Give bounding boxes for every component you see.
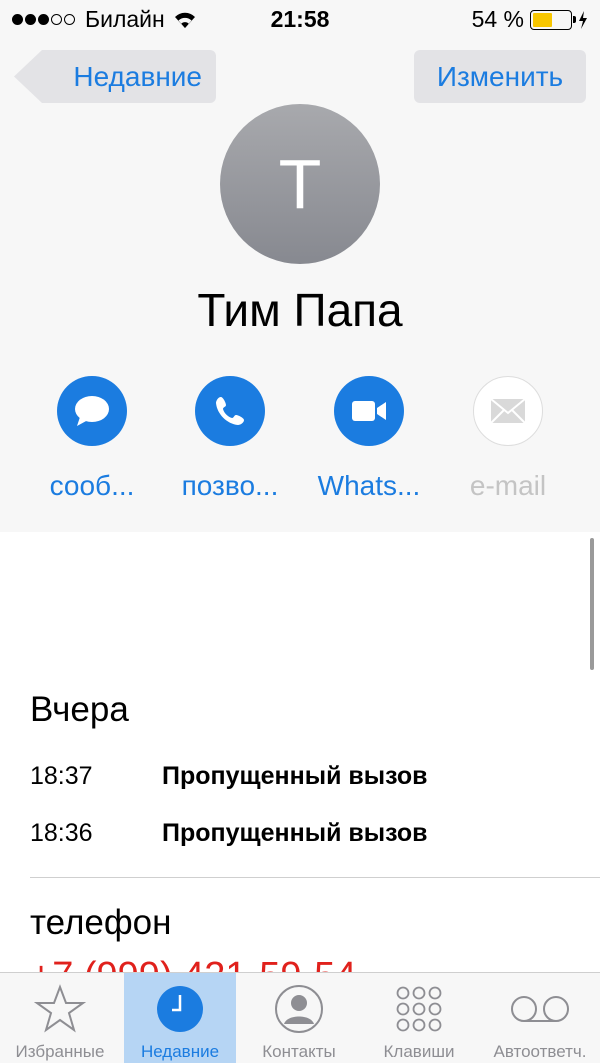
status-right: 54 % (472, 6, 588, 33)
tab-label: Контакты (262, 1042, 336, 1061)
tab-bar: Избранные Недавние Контакты Клавиши Авто… (0, 972, 600, 1063)
status-bar: Билайн 21:58 54 % (0, 0, 600, 38)
mail-icon (473, 376, 543, 446)
star-icon (4, 979, 116, 1039)
contact-name: Тим Папа (197, 284, 403, 336)
battery-level (533, 12, 553, 27)
back-button-label: Недавние (73, 60, 202, 92)
tab-recents[interactable]: Недавние (124, 973, 236, 1063)
battery-percent: 54 % (471, 6, 524, 32)
call-time: 18:37 (30, 762, 93, 790)
message-action[interactable]: сооб... (22, 376, 162, 502)
call-action-label: позво... (181, 470, 279, 501)
contact-detail-screen: Билайн 21:58 54 % Недавние Изменить T Ти… (0, 0, 600, 1063)
message-icon (57, 376, 127, 446)
tab-label: Избранные (15, 1042, 105, 1061)
call-status: Пропущенный вызов (162, 819, 428, 847)
tab-label: Недавние (140, 1042, 220, 1061)
battery-icon (530, 9, 576, 30)
email-action[interactable]: e-mail (438, 376, 578, 502)
charging-bolt-icon (579, 10, 587, 29)
video-icon (334, 376, 404, 446)
tab-favorites[interactable]: Избранные (4, 973, 116, 1063)
call-row: 18:36 Пропущенный вызов (30, 819, 428, 848)
tab-label: Автоответч. (493, 1042, 587, 1061)
avatar-initial: T (278, 145, 322, 223)
phone-label: телефон (30, 903, 172, 942)
email-action-label: e-mail (469, 470, 547, 501)
call-action[interactable]: позво... (160, 376, 300, 502)
edit-button[interactable]: Изменить (414, 50, 586, 103)
section-divider (30, 877, 600, 878)
recents-day-title: Вчера (30, 690, 129, 729)
contact-header: Билайн 21:58 54 % Недавние Изменить T Ти… (0, 0, 600, 532)
keypad-icon (363, 979, 475, 1039)
contacts-icon (243, 979, 355, 1039)
message-action-label: сооб... (49, 470, 135, 501)
clock-icon (124, 979, 236, 1039)
back-button[interactable]: Недавние (14, 50, 216, 103)
call-status: Пропущенный вызов (162, 762, 428, 790)
avatar: T (220, 104, 380, 264)
phone-icon (195, 376, 265, 446)
edit-button-label: Изменить (436, 60, 564, 92)
tab-keypad[interactable]: Клавиши (363, 973, 475, 1063)
scroll-indicator[interactable] (590, 538, 594, 670)
tab-label: Клавиши (383, 1042, 455, 1061)
whatsapp-video-action-label: Whats... (317, 470, 421, 501)
voicemail-icon (484, 979, 596, 1039)
whatsapp-video-action[interactable]: Whats... (299, 376, 439, 502)
call-row: 18:37 Пропущенный вызов (30, 762, 428, 791)
tab-contacts[interactable]: Контакты (243, 973, 355, 1063)
tab-voicemail[interactable]: Автоответч. (484, 973, 596, 1063)
call-time: 18:36 (30, 819, 93, 847)
